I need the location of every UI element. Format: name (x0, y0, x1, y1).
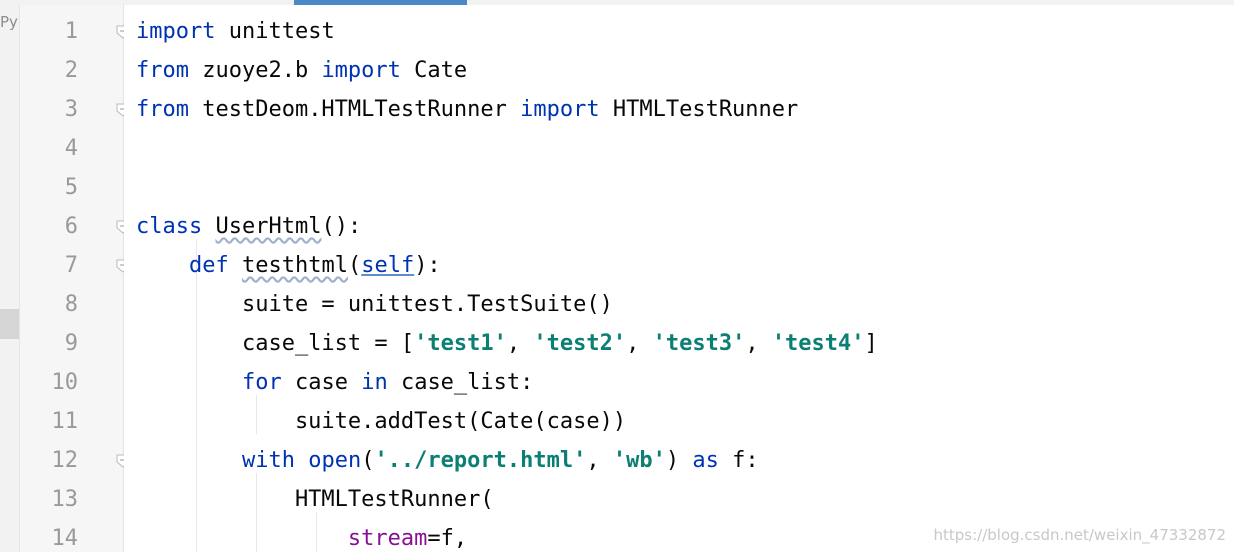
line-number[interactable]: 6 (20, 207, 78, 246)
code-token: 'test4' (771, 331, 865, 356)
code-token: import (136, 19, 216, 44)
code-token: '../report.html' (374, 448, 587, 473)
line-number[interactable]: 3 (20, 90, 78, 129)
code-line[interactable]: for case in case_list: (136, 363, 533, 402)
line-number[interactable]: 4 (20, 129, 78, 168)
line-number[interactable]: 8 (20, 285, 78, 324)
code-token: from (136, 97, 189, 122)
code-token: case_list = [ (136, 331, 415, 356)
code-token: zuoye2.b (188, 58, 322, 83)
code-line[interactable]: def testhtml(self): (136, 246, 441, 285)
line-number[interactable]: 7 (20, 246, 78, 285)
code-token: f: (718, 448, 759, 473)
line-number[interactable]: 5 (20, 168, 78, 207)
code-token: , (586, 448, 613, 473)
code-token: with (241, 448, 295, 473)
code-line[interactable]: from zuoye2.b import Cate (136, 51, 467, 90)
code-editor[interactable]: import unittest from zuoye2.b import Cate… (124, 5, 1234, 552)
code-token: def (188, 253, 229, 278)
code-line[interactable]: import unittest (136, 12, 335, 51)
code-token: for (241, 370, 282, 395)
code-token: , (506, 331, 534, 356)
code-token: case_list: (387, 370, 534, 395)
code-line[interactable]: suite = unittest.TestSuite() (136, 285, 613, 324)
code-token: 'test2' (533, 331, 627, 356)
code-line[interactable]: suite.addTest(Cate(case)) (136, 402, 626, 441)
code-token: in (361, 370, 388, 395)
code-token: HTMLTestRunner( (136, 487, 494, 512)
project-tool-strip: Py (0, 5, 20, 552)
line-number[interactable]: 10 (20, 363, 79, 402)
code-token: ( (361, 448, 375, 473)
line-number[interactable]: 13 (20, 480, 79, 519)
code-line[interactable]: stream=f, (136, 519, 467, 558)
code-line[interactable]: class UserHtml(): (136, 207, 361, 246)
code-token: HTMLTestRunner (599, 97, 799, 122)
code-token: unittest (215, 19, 335, 44)
code-token: class (136, 214, 203, 239)
code-token: ): (414, 253, 441, 278)
code-token: Cate (400, 58, 468, 83)
code-token: 'wb' (612, 448, 666, 473)
code-line[interactable]: from testDeom.HTMLTestRunner import HTML… (136, 90, 798, 129)
code-token: (): (321, 214, 362, 239)
code-token: stream (347, 526, 428, 551)
code-token: =f, (427, 526, 468, 551)
code-token: , (745, 331, 772, 356)
watermark-text: https://blog.csdn.net/weixin_47332872 (933, 526, 1226, 544)
line-number[interactable]: 9 (20, 324, 78, 363)
code-token: ( (347, 253, 362, 278)
code-token: from (136, 58, 189, 83)
code-token: testhtml (241, 253, 348, 278)
code-token: suite = unittest.TestSuite() (136, 292, 613, 317)
code-token: ) (665, 448, 693, 473)
code-token: , (626, 331, 653, 356)
code-token: self (361, 253, 415, 278)
code-line[interactable]: case_list = ['test1', 'test2', 'test3', … (136, 324, 878, 363)
code-token: suite.addTest(Cate(case)) (136, 409, 627, 434)
line-number-gutter: 1 2 3 4 5 6 7 8 9 10 11 12 13 14 (20, 5, 124, 552)
code-token: 'test3' (652, 331, 746, 356)
code-line[interactable]: with open('../report.html', 'wb') as f: (136, 441, 759, 480)
line-number[interactable]: 12 (20, 441, 79, 480)
code-token: import (520, 97, 600, 122)
code-token: 'test1' (414, 331, 507, 356)
code-token: UserHtml (215, 214, 322, 239)
line-number[interactable]: 2 (20, 51, 78, 90)
code-token: as (692, 448, 719, 473)
code-token: testDeom.HTMLTestRunner (188, 97, 521, 122)
code-token: case (281, 370, 362, 395)
line-number[interactable]: 14 (20, 519, 79, 558)
line-number[interactable]: 11 (20, 402, 79, 441)
scroll-marker[interactable] (0, 309, 19, 339)
line-number[interactable]: 1 (20, 12, 78, 51)
project-panel-label[interactable]: Py (0, 13, 19, 31)
code-token: import (321, 58, 401, 83)
code-token: open (308, 448, 362, 473)
code-token: ] (864, 331, 878, 356)
code-line[interactable]: HTMLTestRunner( (136, 480, 494, 519)
